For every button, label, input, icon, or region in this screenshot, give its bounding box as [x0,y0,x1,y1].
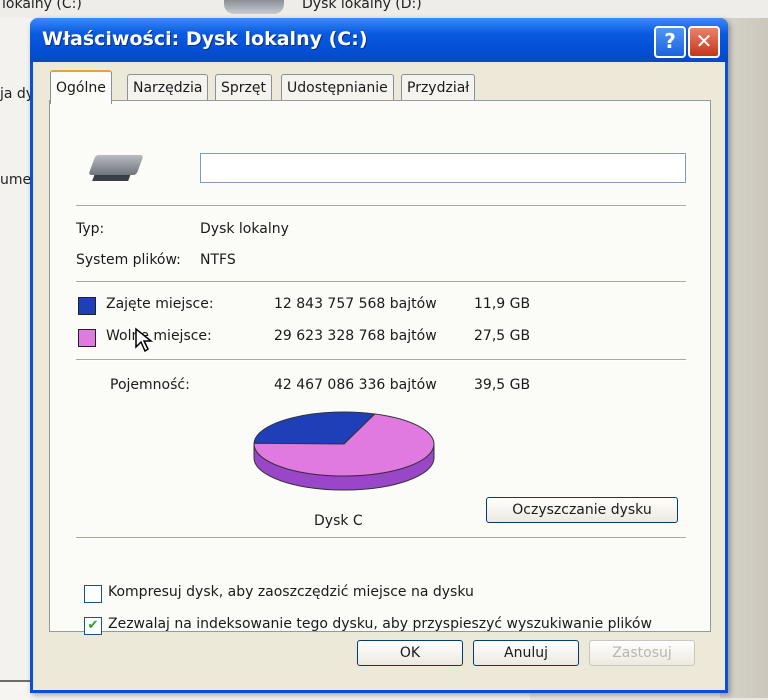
background-left-text: ja dy [0,86,35,102]
background-drive-d-icon [224,0,284,14]
used-space-bytes: 12 843 757 568 bajtów [274,296,437,312]
capacity-label: Pojemność: [110,377,190,393]
apply-button[interactable]: Zastosuj [589,640,695,666]
index-label: Zezwalaj na indeksowanie tego dysku, aby… [108,616,652,632]
tab-general[interactable]: Ogólne [50,70,112,104]
general-panel: Typ: Dysk lokalny System plików: NTFS Za… [49,100,711,635]
used-space-swatch [78,297,96,315]
separator [76,281,686,283]
ok-button[interactable]: OK [357,640,463,666]
mouse-cursor-icon [135,327,154,353]
used-space-label: Zajęte miejsce: [106,296,214,312]
type-label: Typ: [76,221,105,237]
separator [76,205,686,207]
free-space-swatch [78,329,96,347]
help-icon: ? [664,29,676,53]
free-space-gb: 27,5 GB [474,328,531,344]
filesystem-label: System plików: [76,252,181,268]
separator [76,359,686,361]
disk-cleanup-button[interactable]: Oczyszczanie dysku [486,497,678,523]
free-space-label: Wolne miejsce: [106,328,212,344]
check-icon: ✔ [87,618,99,633]
pie-chart-caption: Dysk C [314,513,363,529]
compress-label: Kompresuj dysk, aby zaoszczędzić miejsce… [108,584,474,600]
separator [76,537,686,539]
filesystem-value: NTFS [200,252,236,268]
index-checkbox[interactable]: ✔ [84,617,102,635]
close-button[interactable]: ✕ [688,26,720,58]
pie-top [253,411,435,477]
tab-tools[interactable]: Narzędzia [127,74,209,101]
disk-usage-pie-chart [253,411,435,491]
compress-checkbox[interactable] [84,585,102,603]
type-value: Dysk lokalny [200,221,289,237]
background-drive-c-label: lokalny (C:) [2,0,82,12]
cancel-button[interactable]: Anuluj [473,640,579,666]
hard-drive-icon [88,155,144,175]
capacity-bytes: 42 467 086 336 bajtów [274,377,437,393]
background-drive-d-label: Dysk lokalny (D:) [302,0,422,12]
close-icon: ✕ [695,29,713,53]
capacity-gb: 39,5 GB [474,377,531,393]
used-space-gb: 11,9 GB [474,296,531,312]
tab-hardware[interactable]: Sprzęt [215,74,272,101]
tab-quota[interactable]: Przydział [401,74,476,101]
help-button[interactable]: ? [654,26,686,58]
tab-sharing[interactable]: Udostępnianie [281,74,394,101]
free-space-bytes: 29 623 328 768 bajtów [274,328,437,344]
dialog-title: Właściwości: Dysk lokalny (C:) [42,28,368,50]
title-bar[interactable]: Właściwości: Dysk lokalny (C:) ? ✕ [30,18,728,62]
drive-name-input[interactable] [200,153,686,183]
properties-dialog: Właściwości: Dysk lokalny (C:) ? ✕ Ogóln… [30,18,728,693]
